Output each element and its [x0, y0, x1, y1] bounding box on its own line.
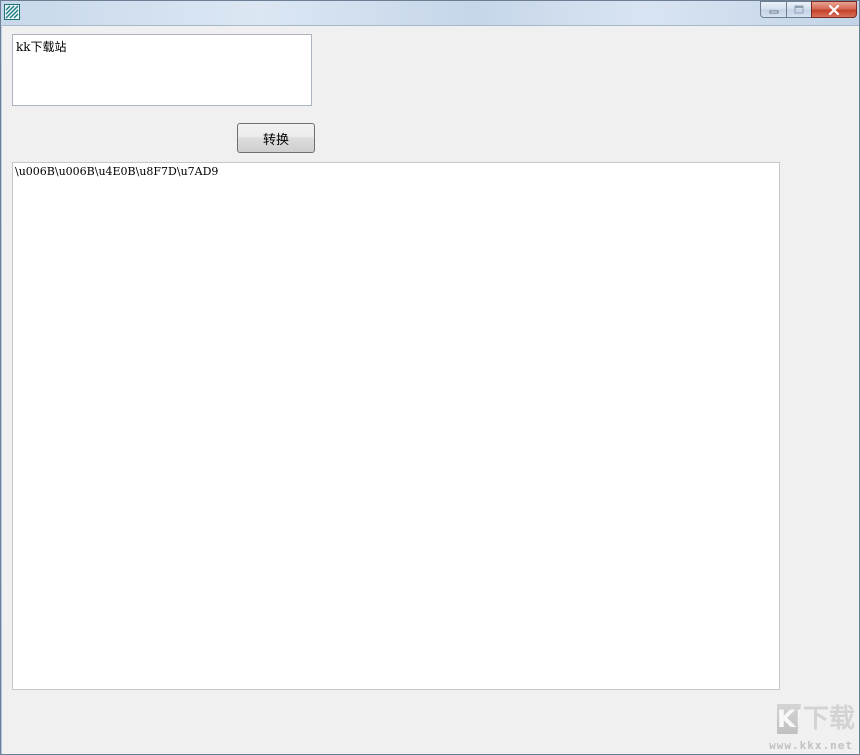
watermark-chinese: 下载 [802, 704, 855, 734]
output-textbox[interactable]: \u006B\u006B\u4E0B\u8F7D\u7AD9 [12, 162, 780, 690]
close-button[interactable] [811, 1, 857, 18]
minimize-icon [769, 10, 778, 13]
watermark-logo: KK 下载 www.kkx.net [735, 702, 855, 752]
convert-button-label: 转换 [262, 132, 289, 148]
input-textbox[interactable]: kk下载站 [12, 34, 312, 106]
minimize-button[interactable] [760, 1, 787, 18]
convert-button[interactable]: 转换 [237, 123, 315, 153]
app-icon-graphic [5, 5, 19, 19]
watermark-url: www.kkx.net [769, 739, 853, 752]
caption-buttons [760, 1, 857, 19]
maximize-button[interactable] [786, 1, 812, 18]
app-window: kk下载站 转换 \u006B\u006B\u4E0B\u8F7D\u7AD9 … [0, 0, 860, 755]
watermark-k-letters: KK [776, 704, 815, 734]
title-bar[interactable] [1, 1, 859, 25]
maximize-icon [794, 5, 804, 14]
client-area: kk下载站 转换 \u006B\u006B\u4E0B\u8F7D\u7AD9 … [2, 25, 859, 754]
watermark-mark: KK 下载 [739, 702, 855, 736]
app-icon[interactable] [4, 4, 20, 20]
close-icon [828, 4, 840, 15]
